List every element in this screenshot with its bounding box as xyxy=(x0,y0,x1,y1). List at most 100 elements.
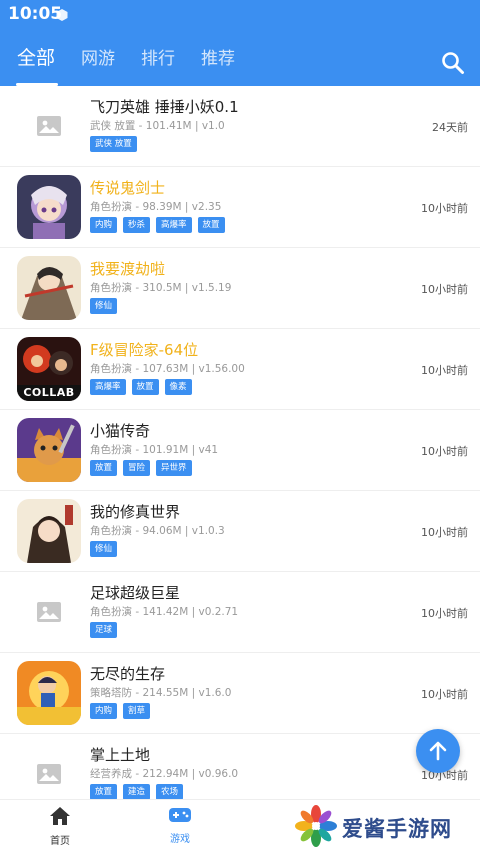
game-tag: 放置 xyxy=(90,460,118,476)
game-icon[interactable]: COLLAB xyxy=(17,337,81,401)
update-time: 10小时前 xyxy=(421,607,468,620)
update-time: 10小时前 xyxy=(421,688,468,701)
update-time: 10小时前 xyxy=(421,202,468,215)
game-thumbnail xyxy=(17,580,81,644)
list-item[interactable]: 我的修真世界 角色扮演 - 94.06M | v1.0.3 修仙 10小时前 xyxy=(0,491,480,572)
list-item[interactable]: 足球超级巨星 角色扮演 - 141.42M | v0.2.71 足球 10小时前 xyxy=(0,572,480,653)
game-art-cultivator xyxy=(17,256,81,320)
game-tag: 割草 xyxy=(123,703,151,719)
top-app-bar: 10:05 全部 网游 排行 推荐 xyxy=(0,0,480,86)
game-tag: 放置 xyxy=(197,217,225,233)
game-title[interactable]: 无尽的生存 xyxy=(90,663,165,684)
update-time: 10小时前 xyxy=(421,526,468,539)
game-icon[interactable] xyxy=(17,256,81,320)
notification-app-icon xyxy=(56,9,68,21)
game-title[interactable]: 飞刀英雄 捶捶小妖0.1 xyxy=(90,96,239,117)
site-watermark: 爱酱手游网 xyxy=(294,804,474,848)
game-list: 飞刀英雄 捶捶小妖0.1 武侠 放置 - 101.41M | v1.0 武侠 放… xyxy=(0,86,480,799)
game-meta: 武侠 放置 - 101.41M | v1.0 xyxy=(90,120,225,132)
list-item[interactable]: COLLAB F级冒险家-64位 角色扮演 - 107.63M | v1.56.… xyxy=(0,329,480,410)
game-title[interactable]: 掌上土地 xyxy=(90,744,150,765)
image-placeholder-icon xyxy=(37,602,61,622)
watermark-text: 爱酱手游网 xyxy=(342,817,452,841)
list-item[interactable]: 无尽的生存 策略塔防 - 214.55M | v1.6.0 内购 割草 10小时… xyxy=(0,653,480,734)
category-tabs: 全部 网游 排行 推荐 xyxy=(0,40,420,86)
game-title[interactable]: F级冒险家-64位 xyxy=(90,339,198,360)
game-art-immortal xyxy=(17,499,81,563)
list-item[interactable]: 小猫传奇 角色扮演 - 101.91M | v41 放置 冒险 异世界 10小时… xyxy=(0,410,480,491)
game-title[interactable]: 小猫传奇 xyxy=(90,420,150,441)
list-item[interactable]: 传说鬼剑士 角色扮演 - 98.39M | v2.35 内购 秒杀 高爆率 放置… xyxy=(0,167,480,248)
search-icon[interactable] xyxy=(440,50,466,76)
nav-games[interactable]: 游戏 xyxy=(150,806,210,850)
game-tags: 修仙 xyxy=(90,298,118,315)
game-icon[interactable] xyxy=(17,499,81,563)
game-title[interactable]: 我的修真世界 xyxy=(90,501,180,522)
collab-label: COLLAB xyxy=(23,386,75,399)
game-tags: 武侠 放置 xyxy=(90,136,137,153)
tab-all[interactable]: 全部 xyxy=(17,43,55,70)
tab-recommended[interactable]: 推荐 xyxy=(201,44,235,69)
list-item[interactable]: 我要渡劫啦 角色扮演 - 310.5M | v1.5.19 修仙 10小时前 xyxy=(0,248,480,329)
game-meta: 经营养成 - 212.94M | v0.96.0 xyxy=(90,768,239,780)
game-tag: 异世界 xyxy=(156,460,192,476)
game-tags: 内购 秒杀 高爆率 放置 xyxy=(90,217,225,234)
game-tags: 放置 冒险 异世界 xyxy=(90,460,192,477)
game-tag: 高爆率 xyxy=(156,217,192,233)
game-meta: 角色扮演 - 98.39M | v2.35 xyxy=(90,201,222,213)
game-title[interactable]: 足球超级巨星 xyxy=(90,582,180,603)
game-tag: 修仙 xyxy=(90,541,118,557)
game-tags: 内购 割草 xyxy=(90,703,151,720)
game-tag: 放置 xyxy=(131,379,159,395)
image-placeholder-icon xyxy=(37,116,61,136)
update-time: 10小时前 xyxy=(421,364,468,377)
game-meta: 策略塔防 - 214.55M | v1.6.0 xyxy=(90,687,232,699)
game-title[interactable]: 传说鬼剑士 xyxy=(90,177,165,198)
game-tag: 足球 xyxy=(90,622,118,638)
arrow-up-icon xyxy=(429,741,447,761)
list-item[interactable]: 掌上土地 经营养成 - 212.94M | v0.96.0 放置 建造 农场 1… xyxy=(0,734,480,799)
game-tag: 秒杀 xyxy=(123,217,151,233)
nav-home-label: 首页 xyxy=(50,836,70,847)
game-art-survival xyxy=(17,661,81,725)
game-tag: 内购 xyxy=(90,703,118,719)
game-tags: 足球 xyxy=(90,622,118,639)
game-tags: 修仙 xyxy=(90,541,118,558)
game-icon[interactable] xyxy=(17,661,81,725)
game-tag: 修仙 xyxy=(90,298,118,314)
tab-online[interactable]: 网游 xyxy=(81,44,115,69)
game-meta: 角色扮演 - 310.5M | v1.5.19 xyxy=(90,282,232,294)
game-icon[interactable] xyxy=(17,175,81,239)
tab-ranking[interactable]: 排行 xyxy=(141,44,175,69)
update-time: 10小时前 xyxy=(421,283,468,296)
game-tag: 像素 xyxy=(164,379,192,395)
app-screen: 10:05 全部 网游 排行 推荐 飞刀英雄 捶捶小妖0.1 武侠 放置 - 1… xyxy=(0,0,480,853)
game-thumbnail xyxy=(17,742,81,799)
status-bar: 10:05 xyxy=(0,0,480,30)
game-tags: 高爆率 放置 像素 xyxy=(90,379,192,396)
update-time: 24天前 xyxy=(432,121,468,134)
game-icon[interactable] xyxy=(17,418,81,482)
game-art-swordswoman xyxy=(17,175,81,239)
game-art-cat xyxy=(17,418,81,482)
gamepad-icon xyxy=(169,808,191,822)
game-title[interactable]: 我要渡劫啦 xyxy=(90,258,165,279)
status-time: 10:05 xyxy=(8,4,63,24)
scroll-to-top-button[interactable] xyxy=(416,729,460,773)
list-item[interactable]: 飞刀英雄 捶捶小妖0.1 武侠 放置 - 101.41M | v1.0 武侠 放… xyxy=(0,86,480,167)
game-meta: 角色扮演 - 101.91M | v41 xyxy=(90,444,219,456)
nav-games-label: 游戏 xyxy=(170,834,190,845)
game-tag: 高爆率 xyxy=(90,379,126,395)
update-time: 10小时前 xyxy=(421,445,468,458)
game-meta: 角色扮演 - 94.06M | v1.0.3 xyxy=(90,525,225,537)
game-tag: 农场 xyxy=(156,784,184,799)
image-placeholder-icon xyxy=(37,764,61,784)
game-meta: 角色扮演 - 107.63M | v1.56.00 xyxy=(90,363,245,375)
game-meta: 角色扮演 - 141.42M | v0.2.71 xyxy=(90,606,239,618)
game-thumbnail xyxy=(17,94,81,158)
pinwheel-logo-icon xyxy=(295,805,337,847)
game-tag: 内购 xyxy=(90,217,118,233)
nav-home[interactable]: 首页 xyxy=(30,806,90,850)
game-tags: 放置 建造 农场 xyxy=(90,784,184,799)
game-tag: 建造 xyxy=(123,784,151,799)
